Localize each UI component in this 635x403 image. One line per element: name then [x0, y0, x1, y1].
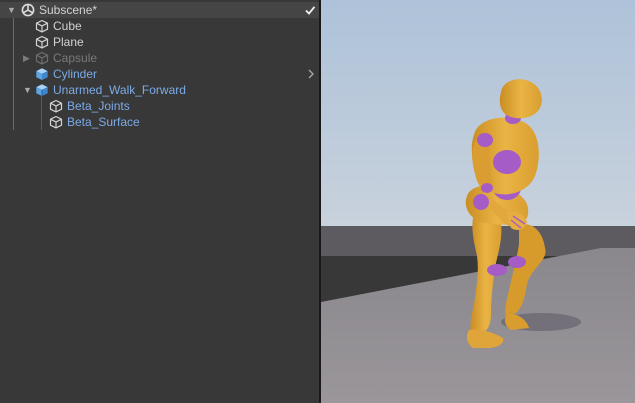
scene-loaded-checkmark-icon[interactable] [304, 4, 316, 16]
hierarchy-item-cube[interactable]: Cube [0, 18, 319, 34]
chevron-right-icon[interactable] [307, 69, 315, 79]
hierarchy-panel: ▼ Subscene* Cube Plane ▶ Capsule Cylinde… [0, 0, 319, 403]
hierarchy-item-capsule[interactable]: ▶ Capsule [0, 50, 319, 66]
item-label: Beta_Surface [67, 115, 140, 129]
gameobject-cube-icon [35, 19, 49, 33]
prefab-model-icon [36, 84, 48, 96]
hierarchy-item-beta-joints[interactable]: Beta_Joints [0, 98, 319, 114]
item-label: Plane [53, 35, 84, 49]
gameobject-cube-icon [35, 51, 49, 65]
item-label: Unarmed_Walk_Forward [53, 83, 186, 97]
unity-scene-icon [21, 3, 35, 17]
scene-viewport[interactable] [321, 0, 635, 403]
gameobject-cube-icon [35, 35, 49, 49]
expand-arrow-icon[interactable]: ▶ [23, 53, 30, 63]
item-label: Cube [53, 19, 82, 33]
scene-expand-arrow-icon[interactable]: ▼ [7, 5, 16, 15]
item-label: Capsule [53, 51, 98, 65]
scene-name: Subscene* [39, 3, 98, 17]
item-label: Beta_Joints [67, 99, 130, 113]
scene-header-row[interactable]: ▼ Subscene* [0, 2, 319, 18]
viewport-render [321, 0, 635, 403]
prefab-cube-icon [36, 68, 48, 80]
hierarchy-item-cylinder[interactable]: Cylinder [0, 66, 319, 82]
item-label: Cylinder [53, 67, 98, 81]
hierarchy-item-unarmed-walk-forward[interactable]: ▼ Unarmed_Walk_Forward [0, 82, 319, 98]
gameobject-cube-icon [49, 99, 63, 113]
expand-arrow-icon[interactable]: ▼ [23, 85, 32, 95]
hierarchy-item-beta-surface[interactable]: Beta_Surface [0, 114, 319, 130]
gameobject-cube-icon [49, 115, 63, 129]
hierarchy-item-plane[interactable]: Plane [0, 34, 319, 50]
